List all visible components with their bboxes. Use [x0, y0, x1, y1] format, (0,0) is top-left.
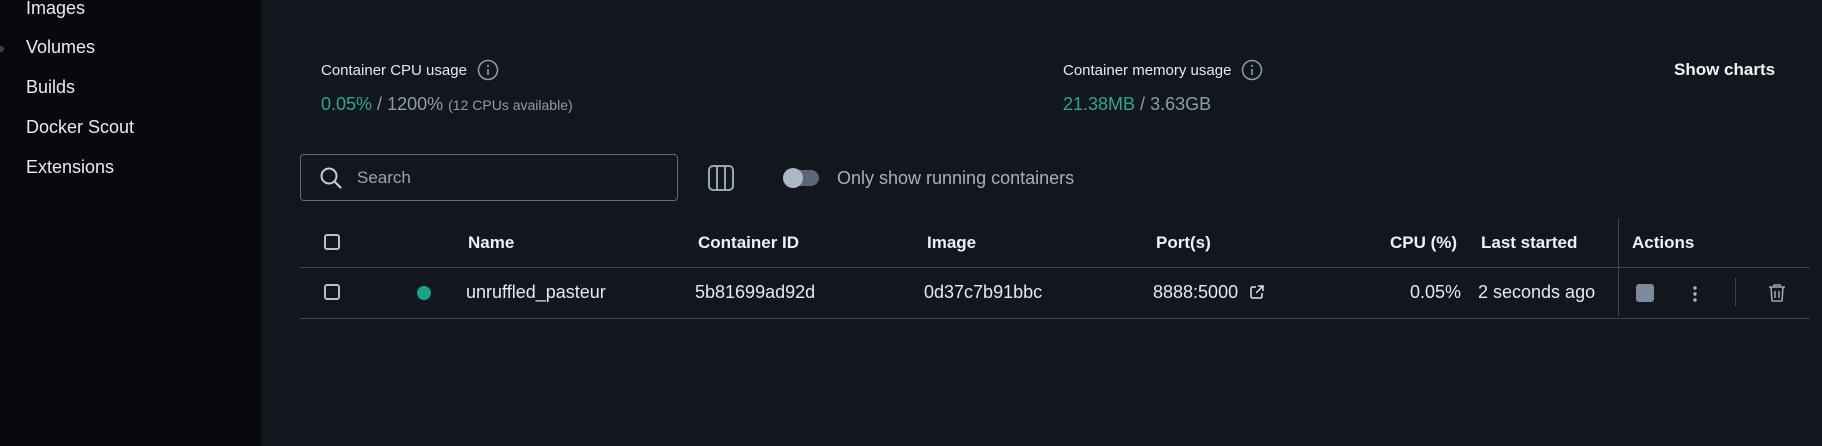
sidebar: Images Volumes Builds Docker Scout Exten… — [0, 0, 261, 446]
actions-column-divider — [1618, 218, 1619, 317]
memory-total: 3.63GB — [1150, 94, 1212, 114]
container-id: 5b81699ad92d — [695, 282, 816, 302]
sidebar-item-docker-scout[interactable]: Docker Scout — [26, 117, 134, 138]
search-input[interactable] — [357, 167, 657, 188]
cpu-usage-label-text: Container CPU usage — [321, 61, 467, 79]
info-icon[interactable] — [1241, 59, 1263, 81]
column-header-image[interactable]: Image — [927, 233, 976, 253]
columns-icon[interactable] — [707, 164, 735, 192]
sidebar-item-label: Builds — [26, 77, 76, 97]
external-link-icon — [1250, 285, 1264, 299]
sidebar-item-label: Images — [26, 0, 86, 18]
port-link[interactable]: 8888:5000 — [1153, 282, 1265, 303]
more-vertical-icon[interactable] — [1683, 282, 1707, 306]
cpu-total: 1200% — [387, 94, 444, 114]
column-header-cpu[interactable]: CPU (%) — [1390, 233, 1457, 253]
search-icon — [320, 167, 342, 189]
stop-icon[interactable] — [1636, 284, 1654, 302]
running-only-toggle[interactable] — [783, 168, 819, 188]
port-value: 8888:5000 — [1153, 282, 1239, 302]
column-header-actions: Actions — [1632, 233, 1695, 252]
sidebar-item-extensions[interactable]: Extensions — [26, 157, 114, 178]
sidebar-item-volumes[interactable]: Volumes — [0, 37, 96, 58]
cpu-separator: / — [372, 94, 388, 114]
cpu-used: 0.05% — [321, 94, 373, 114]
trash-icon[interactable] — [1766, 282, 1788, 304]
memory-used: 21.38MB — [1063, 94, 1136, 114]
image-link[interactable]: 0d37c7b91bbc — [924, 282, 1042, 303]
memory-usage-value: 21.38MB / 3.63GB — [1063, 94, 1211, 115]
memory-separator: / — [1135, 94, 1151, 114]
last-started: 2 seconds ago — [1478, 282, 1596, 302]
row-checkbox[interactable] — [324, 284, 340, 300]
sidebar-item-label: Docker Scout — [26, 117, 135, 137]
sidebar-item-label: Extensions — [26, 157, 115, 177]
memory-usage-label: Container memory usage — [1063, 59, 1263, 81]
cpu-percent: 0.05% — [1410, 282, 1462, 302]
info-icon[interactable] — [477, 59, 499, 81]
status-running-indicator — [417, 286, 431, 300]
show-charts-button[interactable]: Show charts — [1674, 60, 1775, 80]
running-only-label: Only show running containers — [837, 168, 1075, 188]
cpu-available-note: (12 CPUs available) — [448, 97, 573, 113]
sidebar-item-builds[interactable]: Builds — [26, 77, 75, 98]
column-header-container-id[interactable]: Container ID — [698, 233, 799, 253]
cpu-usage-label: Container CPU usage — [321, 59, 499, 81]
row-divider — [300, 318, 1810, 319]
sidebar-item-images[interactable]: Images — [26, 0, 85, 19]
search-box[interactable] — [300, 154, 678, 201]
select-all-checkbox[interactable] — [324, 234, 340, 250]
column-header-name[interactable]: Name — [468, 233, 514, 253]
memory-usage-label-text: Container memory usage — [1063, 61, 1232, 79]
cpu-usage-value: 0.05% / 1200% (12 CPUs available) — [321, 94, 573, 115]
column-header-last-started[interactable]: Last started — [1481, 233, 1577, 253]
toggle-knob — [783, 168, 803, 188]
container-name-link[interactable]: unruffled_pasteur — [466, 282, 606, 303]
expand-dot-icon — [0, 46, 4, 52]
column-header-ports[interactable]: Port(s) — [1156, 233, 1211, 253]
actions-separator — [1735, 278, 1736, 306]
sidebar-item-label: Volumes — [26, 37, 96, 57]
header-divider — [300, 267, 1810, 268]
